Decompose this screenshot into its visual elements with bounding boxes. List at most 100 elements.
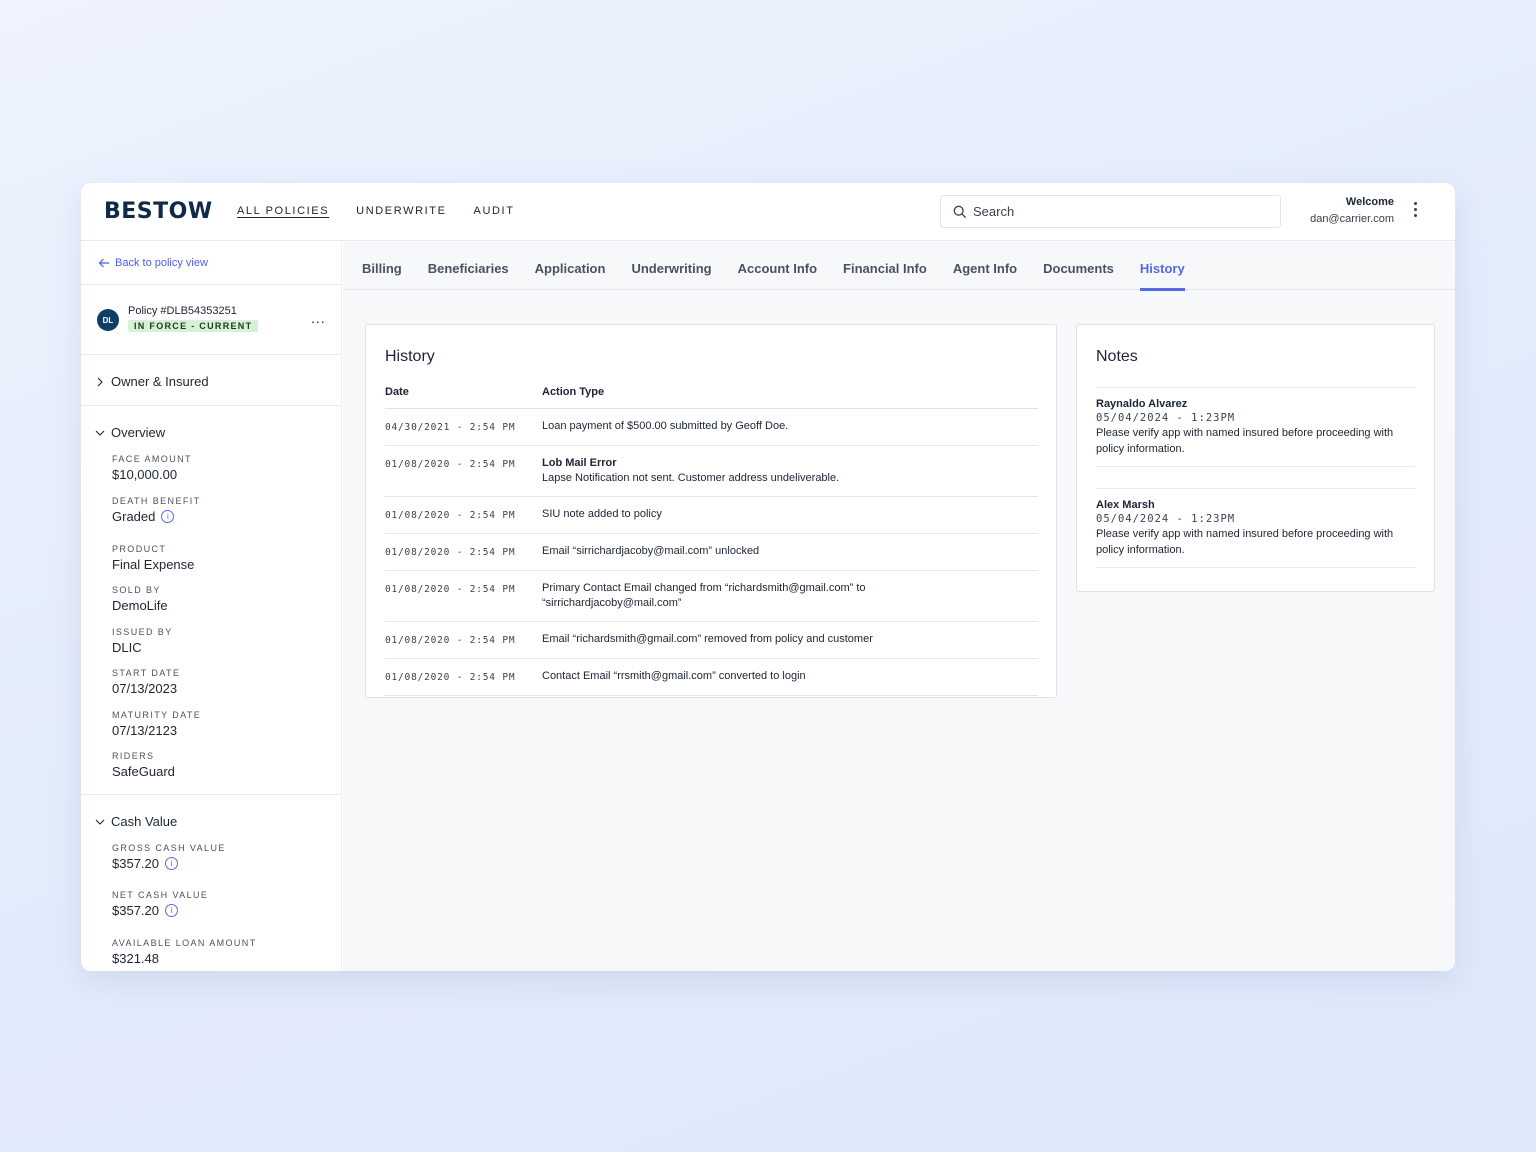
- nav-audit[interactable]: AUDIT: [474, 205, 515, 217]
- user-email: dan@carrier.com: [1310, 213, 1394, 225]
- tab-financial-info[interactable]: Financial Info: [843, 242, 927, 290]
- field-label: ISSUED BY: [112, 627, 173, 637]
- chevron-down-icon: [95, 819, 105, 825]
- history-action: Lob Mail Error Lapse Notification not sen…: [542, 445, 1038, 497]
- info-icon[interactable]: i: [161, 510, 175, 523]
- nav-all-policies[interactable]: ALL POLICIES: [237, 205, 329, 217]
- column-header: Date: [385, 385, 542, 409]
- table-row: 01/08/2020 - 2:54 PM Contact Email “rrsm…: [385, 658, 1038, 696]
- status-badge: IN FORCE - CURRENT: [128, 320, 259, 332]
- divider: [81, 284, 341, 285]
- issued-by-field: ISSUED BY DLIC: [112, 627, 173, 655]
- gross-cash-value-field: GROSS CASH VALUE $357.20 i: [112, 843, 226, 871]
- history-action: Loan payment of $500.00 submitted by Geo…: [542, 408, 1038, 446]
- main-content: Billing Beneficiaries Application Underw…: [343, 242, 1455, 971]
- note-body: Please verify app with named insured bef…: [1096, 528, 1394, 556]
- field-value: 07/13/2123: [112, 723, 178, 738]
- welcome-label: Welcome: [1345, 196, 1394, 208]
- note-time: 05/04/2024 - 1:23PM: [1096, 412, 1236, 424]
- table-row: 01/08/2020 - 2:54 PM Email “sirrichardja…: [385, 533, 1038, 571]
- tab-account-info[interactable]: Account Info: [738, 242, 817, 290]
- note-author: Alex Marsh: [1096, 499, 1155, 511]
- history-action: Email “sirrichardjacoby@mail.com” unlock…: [542, 533, 1038, 571]
- history-date: 01/08/2020 - 2:54 PM: [385, 658, 542, 696]
- policy-tabs: Billing Beneficiaries Application Underw…: [343, 242, 1455, 291]
- tab-agent-info[interactable]: Agent Info: [953, 242, 1017, 290]
- arrow-left-icon: [98, 258, 109, 268]
- nav-underwrite[interactable]: UNDERWRITE: [356, 205, 446, 217]
- notes-panel: Notes Raynaldo Alvarez 05/04/2024 - 1:23…: [1076, 324, 1435, 592]
- user-info: Welcome dan@carrier.com: [1310, 196, 1394, 225]
- search-box[interactable]: [940, 195, 1281, 228]
- kebab-menu-icon[interactable]: [1411, 202, 1419, 220]
- net-cash-value-field: NET CASH VALUE $357.20 i: [112, 890, 208, 918]
- death-benefit-field: DEATH BENEFIT Graded i: [112, 496, 201, 524]
- history-panel: History Date Action Type 04/30/2021 - 2:…: [365, 324, 1057, 698]
- field-value: $357.20 i: [112, 903, 208, 918]
- bestow-logo[interactable]: BESTOW: [104, 199, 213, 224]
- owner-insured-label: Owner & Insured: [111, 374, 209, 389]
- policy-sidebar: Back to policy view DL Policy #DLB543532…: [81, 242, 342, 971]
- history-action: Contact Email “rrsmith@gmail.com” conver…: [542, 658, 1038, 696]
- info-icon[interactable]: i: [165, 904, 178, 917]
- back-to-policy-link[interactable]: Back to policy view: [98, 257, 208, 269]
- field-label: RIDERS: [112, 751, 155, 761]
- tab-underwriting[interactable]: Underwriting: [631, 242, 711, 290]
- cash-value-section[interactable]: Cash Value: [95, 814, 177, 829]
- field-value: 07/13/2023: [112, 681, 178, 696]
- tab-application[interactable]: Application: [535, 242, 606, 290]
- tab-documents[interactable]: Documents: [1043, 242, 1114, 290]
- history-action: Email “richardsmith@gmail.com” removed f…: [542, 621, 1038, 659]
- field-value: $357.20 i: [112, 856, 226, 871]
- info-icon[interactable]: i: [165, 857, 178, 870]
- table-row: 01/08/2020 - 2:54 PM Lob Mail Error Lapse…: [385, 445, 1038, 497]
- field-label: DEATH BENEFIT: [112, 496, 201, 506]
- divider: [81, 794, 341, 795]
- field-label: PRODUCT: [112, 544, 167, 554]
- start-date-field: START DATE 07/13/2023: [112, 668, 180, 696]
- field-label: AVAILABLE LOAN AMOUNT: [112, 938, 257, 948]
- history-action: SIU note added to policy: [542, 496, 1038, 534]
- field-label: NET CASH VALUE: [112, 890, 209, 900]
- chevron-right-icon: [97, 377, 103, 386]
- overview-label: Overview: [111, 425, 166, 440]
- owner-insured-section[interactable]: Owner & Insured: [95, 374, 209, 389]
- history-title: History: [385, 348, 435, 365]
- search-input[interactable]: [973, 204, 1263, 219]
- field-value: Graded i: [112, 509, 201, 524]
- back-label: Back to policy view: [115, 257, 208, 269]
- table-row: 04/30/2021 - 2:54 PM Loan payment of $50…: [385, 408, 1038, 446]
- history-table: Date Action Type 04/30/2021 - 2:54 PM Lo…: [385, 385, 1038, 696]
- history-date: 01/08/2020 - 2:54 PM: [385, 445, 542, 497]
- note-item: Alex Marsh 05/04/2024 - 1:23PM Please ve…: [1096, 488, 1415, 568]
- history-date: 04/30/2021 - 2:54 PM: [385, 408, 542, 446]
- tab-beneficiaries[interactable]: Beneficiaries: [428, 242, 509, 290]
- top-bar: BESTOW ALL POLICIES UNDERWRITE AUDIT Wel…: [81, 183, 1455, 241]
- tab-billing[interactable]: Billing: [362, 242, 402, 290]
- table-row: 01/08/2020 - 2:54 PM SIU note added to p…: [385, 496, 1038, 534]
- tab-history[interactable]: History: [1139, 242, 1185, 291]
- field-value: DemoLife: [112, 598, 168, 613]
- note-time: 05/04/2024 - 1:23PM: [1096, 513, 1236, 525]
- sold-by-field: SOLD BY DemoLife: [112, 585, 168, 613]
- maturity-date-field: MATURITY DATE 07/13/2123: [112, 710, 201, 738]
- table-row: 01/08/2020 - 2:54 PM Email “richardsmith…: [385, 621, 1038, 659]
- field-label: FACE AMOUNT: [112, 454, 192, 464]
- face-amount-field: FACE AMOUNT $10,000.00: [112, 454, 192, 482]
- app-window: BESTOW ALL POLICIES UNDERWRITE AUDIT Wel…: [81, 183, 1455, 971]
- policy-more-icon[interactable]: ...: [311, 310, 326, 326]
- cash-value-label: Cash Value: [111, 814, 178, 829]
- field-label: GROSS CASH VALUE: [112, 843, 226, 853]
- riders-field: RIDERS SafeGuard: [112, 751, 175, 779]
- overview-section[interactable]: Overview: [95, 425, 165, 440]
- field-value: $10,000.00: [112, 467, 178, 482]
- available-loan-field: AVAILABLE LOAN AMOUNT $321.48: [112, 938, 257, 966]
- divider: [81, 405, 341, 406]
- note-author: Raynaldo Alvarez: [1096, 398, 1188, 410]
- notes-title: Notes: [1096, 348, 1138, 365]
- history-date: 01/08/2020 - 2:54 PM: [385, 496, 542, 534]
- field-value: $321.48: [112, 951, 159, 966]
- note-item: Raynaldo Alvarez 05/04/2024 - 1:23PM Ple…: [1096, 387, 1415, 467]
- policy-id: Policy #DLB54353251: [128, 305, 237, 317]
- field-label: SOLD BY: [112, 585, 161, 595]
